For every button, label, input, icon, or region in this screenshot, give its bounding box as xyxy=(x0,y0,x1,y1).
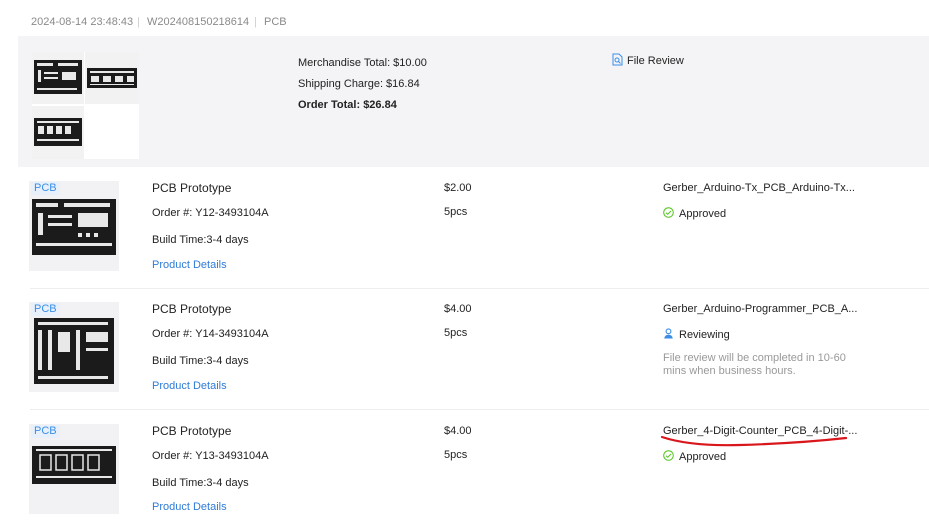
review-note: File review will be completed in 10-60 m… xyxy=(663,352,846,377)
review-status-label: Approved xyxy=(679,208,727,220)
pcb-board-image xyxy=(34,318,114,384)
pcb-board-image xyxy=(32,446,116,484)
product-title: PCB Prototype xyxy=(152,424,232,438)
pcb-board-image xyxy=(32,199,116,255)
product-order-number: Order #: Y14-3493104A xyxy=(152,328,269,340)
check-circle-icon xyxy=(663,207,674,221)
thumbnail-arduino-tx[interactable] xyxy=(32,52,84,104)
order-totals: Merchandise Total: $10.00 Shipping Charg… xyxy=(298,53,427,116)
review-status-label: Reviewing xyxy=(679,329,730,341)
shipping-charge: Shipping Charge: $16.84 xyxy=(298,78,420,90)
product-type-tag: PCB xyxy=(31,182,60,195)
thumbnail-arduino-programmer[interactable] xyxy=(85,52,139,104)
file-search-icon xyxy=(612,53,623,69)
header-separator: | xyxy=(137,16,140,28)
header-separator: | xyxy=(254,16,257,28)
order-category: PCB xyxy=(264,16,287,28)
gerber-file-name[interactable]: Gerber_Arduino-Programmer_PCB_A... xyxy=(663,303,863,315)
product-build-time: Build Time:3-4 days xyxy=(152,355,249,367)
check-circle-icon xyxy=(663,450,674,464)
order-number: W202408150218614 xyxy=(147,16,250,28)
person-icon xyxy=(663,328,674,342)
product-title: PCB Prototype xyxy=(152,181,232,195)
product-quantity: 5pcs xyxy=(444,206,468,218)
product-order-number: Order #: Y13-3493104A xyxy=(152,450,269,462)
thumbnail-4-digit-counter[interactable] xyxy=(32,106,84,159)
gerber-file-name[interactable]: Gerber_Arduino-Tx_PCB_Arduino-Tx... xyxy=(663,182,863,194)
product-image[interactable]: PCB xyxy=(29,424,119,514)
product-image[interactable]: PCB xyxy=(29,302,119,392)
merchandise-total: Merchandise Total: $10.00 xyxy=(298,57,427,69)
file-review-label: File Review xyxy=(627,55,684,67)
review-status: Reviewing xyxy=(663,328,730,342)
order-header: 2024-08-14 23:48:43 | W202408150218614 |… xyxy=(18,10,929,36)
row-divider xyxy=(30,409,929,410)
product-details-link[interactable]: Product Details xyxy=(152,259,227,271)
product-price: $4.00 xyxy=(444,303,472,315)
product-order-number: Order #: Y12-3493104A xyxy=(152,207,269,219)
product-type-tag: PCB xyxy=(31,303,60,316)
product-details-link[interactable]: Product Details xyxy=(152,380,227,392)
review-status: Approved xyxy=(663,450,726,464)
product-build-time: Build Time:3-4 days xyxy=(152,234,249,246)
product-price: $4.00 xyxy=(444,425,472,437)
order-total: Order Total: $26.84 xyxy=(298,99,397,111)
order-summary: Merchandise Total: $10.00 Shipping Charg… xyxy=(18,36,929,167)
product-image[interactable]: PCB xyxy=(29,181,119,271)
red-underline-annotation xyxy=(660,435,848,447)
thumbnail-empty-slot xyxy=(85,106,139,159)
product-type-tag: PCB xyxy=(31,425,60,438)
product-build-time: Build Time:3-4 days xyxy=(152,477,249,489)
file-review-link[interactable]: File Review xyxy=(612,53,684,69)
product-details-link[interactable]: Product Details xyxy=(152,501,227,513)
order-thumbnails xyxy=(32,52,139,159)
order-datetime: 2024-08-14 23:48:43 xyxy=(31,16,134,28)
product-price: $2.00 xyxy=(444,182,472,194)
row-divider xyxy=(30,288,929,289)
product-quantity: 5pcs xyxy=(444,449,468,461)
review-status-label: Approved xyxy=(679,451,727,463)
review-status: Approved xyxy=(663,207,726,221)
product-quantity: 5pcs xyxy=(444,327,468,339)
left-margin xyxy=(0,0,18,527)
product-title: PCB Prototype xyxy=(152,302,232,316)
